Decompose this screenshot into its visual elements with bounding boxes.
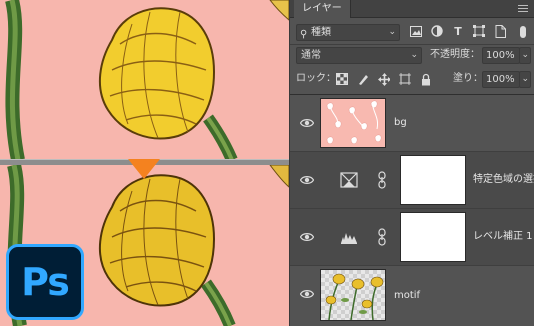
fill-field[interactable]: 100% [482,71,520,88]
visibility-eye-icon[interactable] [300,117,314,129]
layer-row[interactable]: bg [290,95,534,152]
opacity-field[interactable]: 100% [482,47,520,64]
layer-name: motif [394,290,421,301]
visibility-eye-icon[interactable] [300,174,314,186]
layer-name: bg [394,117,407,128]
logo-text: Ps [21,260,70,304]
lock-artboard-icon[interactable] [399,72,411,86]
blend-opacity-row: 通常 ⌄ 不透明度： 100% ⌄ [290,46,534,66]
layer-mask-thumbnail[interactable] [400,155,466,205]
panel-menu-icon[interactable] [518,5,528,13]
blend-mode-value: 通常 [301,50,321,61]
photoshop-logo: Ps [6,244,84,320]
kind-filter-value: 種類 [311,27,331,38]
lock-icons [336,72,432,86]
filter-toggle-switch[interactable] [520,26,526,38]
panel-tabbar: レイヤー [290,0,534,18]
layer-row[interactable]: 特定色域の選択 [290,152,534,209]
chevron-down-icon: ⌄ [521,50,529,60]
search-icon: ⚲ [300,29,308,40]
lock-all-icon[interactable] [420,72,432,86]
motif-thumbnail [325,273,384,321]
lock-fill-row: ロック： 塗り： 100% ⌄ [290,70,534,90]
layers-panel: レイヤー ⚲ 種類 ⌄ T 通常 ⌄ 不透明度： 100% ⌄ ロック： 塗り：… [289,0,534,326]
mask-link-icon[interactable] [378,228,386,246]
layer-mask-thumbnail[interactable] [400,212,466,262]
chevron-down-icon: ⌄ [410,50,418,60]
mask-link-icon[interactable] [378,171,386,189]
divider [290,44,534,45]
chevron-down-icon: ⌄ [521,74,529,84]
canvas-area: Ps [0,0,289,326]
smart-object-filter-icon[interactable] [494,24,506,38]
adjustment-layer-filter-icon[interactable] [431,24,443,38]
layer-thumbnail [320,269,386,321]
bg-pattern-thumbnail [326,100,382,144]
layer-name: レベル補正 1 [473,231,533,242]
shape-layer-filter-icon[interactable] [473,24,485,38]
blend-mode-select[interactable]: 通常 ⌄ [296,47,422,64]
layer-filter-row: ⚲ 種類 ⌄ T [290,22,534,42]
opacity-dropdown-button[interactable]: ⌄ [519,47,531,64]
type-layer-filter-icon[interactable]: T [452,24,464,38]
selective-color-icon [340,172,358,188]
lock-position-icon[interactable] [378,72,390,86]
fill-dropdown-button[interactable]: ⌄ [519,71,531,88]
lock-label: ロック： [296,73,336,84]
lock-image-pixels-icon[interactable] [357,72,369,86]
tulip-illustration-before [5,0,289,160]
fill-value: 100% [486,74,515,85]
layer-row[interactable]: motif [290,266,534,326]
canvas-before [0,0,289,160]
fill-label: 塗り： [453,73,483,84]
layers-list: bg 特定色域の選択 [290,94,534,326]
levels-icon [341,233,357,244]
tab-layers[interactable]: レイヤー [294,0,351,18]
layer-name: 特定色域の選択 [473,174,534,185]
chevron-down-icon: ⌄ [388,27,396,37]
down-arrow-icon [128,159,160,179]
visibility-eye-icon[interactable] [300,288,314,300]
layer-row[interactable]: レベル補正 1 [290,209,534,266]
layer-thumbnail [320,98,386,148]
visibility-eye-icon[interactable] [300,231,314,243]
opacity-value: 100% [486,50,515,61]
pixel-layer-filter-icon[interactable] [410,24,422,38]
lock-transparent-pixels-icon[interactable] [336,72,348,86]
opacity-label: 不透明度： [430,49,480,60]
filter-icons: T [410,24,506,38]
kind-filter-select[interactable]: ⚲ 種類 ⌄ [296,24,400,41]
